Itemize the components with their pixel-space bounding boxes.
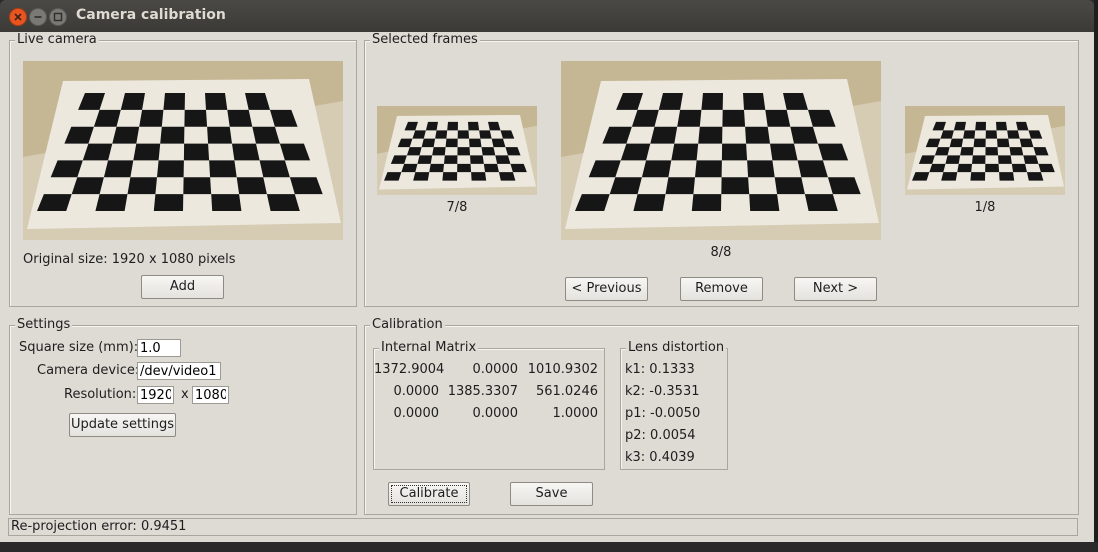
resolution-separator: x bbox=[181, 387, 189, 402]
frame-image-previous bbox=[377, 106, 537, 195]
frame-thumbnail-previous bbox=[377, 106, 537, 195]
calibrate-button[interactable]: Calibrate bbox=[388, 482, 470, 506]
lens-distortion-legend: Lens distortion bbox=[626, 340, 727, 356]
desktop-background bbox=[1094, 0, 1098, 552]
lens-distortion-group: Lens distortion k1: 0.1333 k2: -0.3531 p… bbox=[620, 340, 728, 470]
matrix-cell: 1.0000 bbox=[552, 406, 599, 421]
calibration-legend: Calibration bbox=[370, 317, 445, 333]
title-bar: Camera calibration bbox=[0, 0, 1094, 32]
frame-thumbnail-next bbox=[905, 106, 1065, 195]
add-button[interactable]: Add bbox=[141, 275, 224, 299]
settings-legend: Settings bbox=[15, 317, 73, 333]
original-size-label: Original size: 1920 x 1080 pixels bbox=[23, 252, 236, 267]
live-camera-preview bbox=[23, 61, 343, 240]
selected-frames-legend: Selected frames bbox=[370, 32, 480, 48]
internal-matrix-group: Internal Matrix 1372.9004 0.0000 1010.93… bbox=[373, 340, 605, 470]
desktop-background-bottom bbox=[0, 542, 1098, 552]
matrix-cell: 1010.9302 bbox=[527, 362, 598, 377]
save-button[interactable]: Save bbox=[510, 482, 593, 506]
update-settings-button[interactable]: Update settings bbox=[69, 413, 176, 437]
resolution-height-input[interactable] bbox=[192, 386, 229, 404]
square-size-input[interactable] bbox=[137, 339, 181, 357]
square-size-label: Square size (mm): bbox=[19, 340, 139, 355]
settings-group: Settings Square size (mm): Camera device… bbox=[9, 317, 357, 515]
live-camera-legend: Live camera bbox=[15, 32, 99, 48]
matrix-cell: 0.0000 bbox=[472, 362, 519, 377]
window-body: Live camera Original size: 1920 x 1080 p… bbox=[0, 32, 1094, 542]
matrix-cell: 0.0000 bbox=[393, 384, 440, 399]
distortion-p2: p2: 0.0054 bbox=[625, 428, 696, 443]
camera-device-label: Camera device: bbox=[37, 363, 140, 378]
frame-caption-current: 8/8 bbox=[710, 245, 732, 260]
frame-image-current bbox=[561, 61, 881, 240]
resolution-label: Resolution: bbox=[64, 387, 137, 402]
internal-matrix-legend: Internal Matrix bbox=[379, 340, 479, 356]
status-bar: Re-projection error: 0.9451 bbox=[8, 518, 1078, 536]
next-button[interactable]: Next > bbox=[794, 277, 877, 301]
matrix-cell: 0.0000 bbox=[472, 406, 519, 421]
distortion-p1: p1: -0.0050 bbox=[625, 406, 701, 421]
distortion-k3: k3: 0.4039 bbox=[625, 450, 695, 465]
remove-button[interactable]: Remove bbox=[680, 277, 763, 301]
close-icon[interactable] bbox=[9, 8, 27, 26]
maximize-icon[interactable] bbox=[49, 8, 67, 26]
matrix-cell: 561.0246 bbox=[535, 384, 598, 399]
minimize-icon[interactable] bbox=[29, 8, 47, 26]
window-title: Camera calibration bbox=[76, 7, 226, 23]
frame-current bbox=[561, 61, 881, 240]
live-camera-image bbox=[23, 61, 343, 240]
matrix-cell: 0.0000 bbox=[393, 406, 440, 421]
camera-device-input[interactable] bbox=[137, 362, 221, 380]
frame-caption-next: 1/8 bbox=[974, 200, 996, 215]
calibration-group: Calibration Internal Matrix 1372.9004 0.… bbox=[364, 317, 1079, 515]
selected-frames-group: Selected frames 7/8 8/8 1/8 < Previous R… bbox=[364, 32, 1079, 307]
frame-caption-previous: 7/8 bbox=[446, 200, 468, 215]
distortion-k1: k1: 0.1333 bbox=[625, 362, 695, 377]
matrix-cell: 1385.3307 bbox=[447, 384, 518, 399]
resolution-width-input[interactable] bbox=[137, 386, 174, 404]
frame-image-next bbox=[905, 106, 1065, 195]
matrix-cell: 1372.9004 bbox=[374, 362, 445, 377]
previous-button[interactable]: < Previous bbox=[565, 277, 648, 301]
distortion-k2: k2: -0.3531 bbox=[625, 384, 700, 399]
live-camera-group: Live camera Original size: 1920 x 1080 p… bbox=[9, 32, 357, 307]
